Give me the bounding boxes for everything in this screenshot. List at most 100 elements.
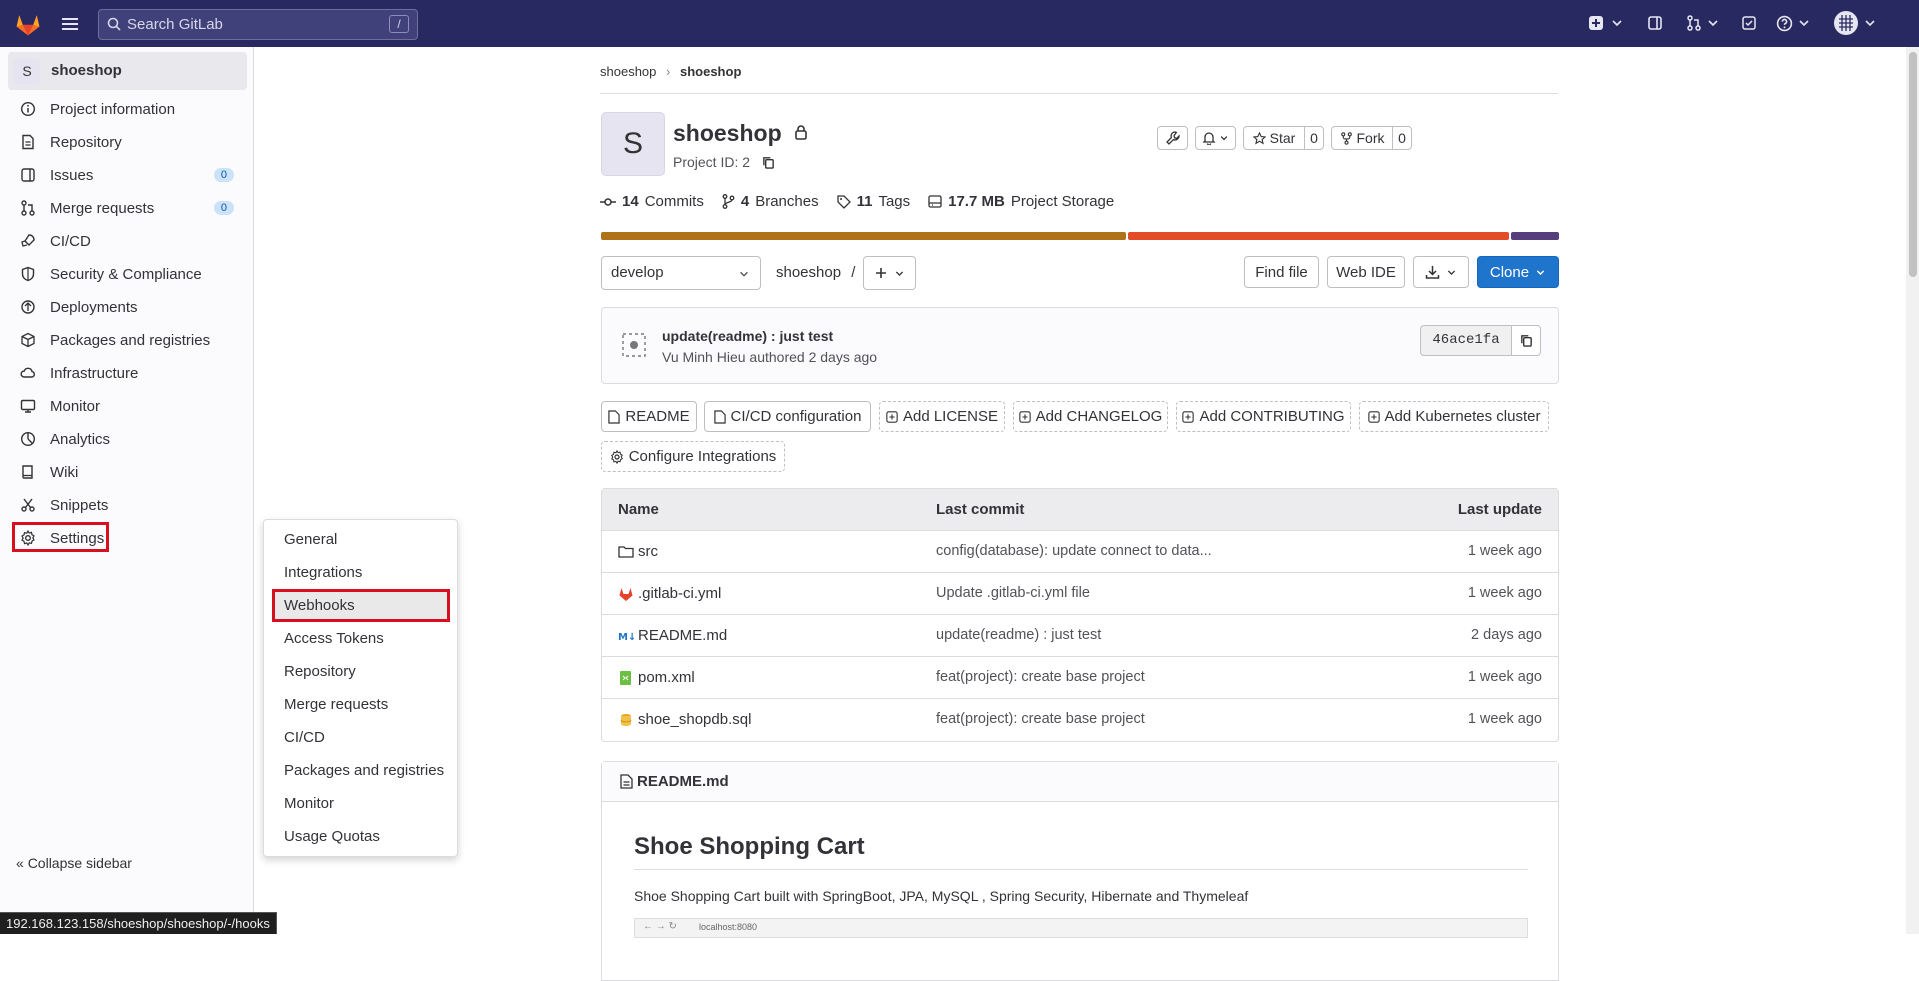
user-menu-button[interactable]	[1834, 10, 1877, 36]
repo-path-link[interactable]: shoeshop	[776, 264, 841, 281]
copy-sha-button[interactable]	[1511, 325, 1541, 356]
flyout-item-general[interactable]: General	[284, 531, 337, 548]
add-license-button[interactable]: Add LICENSE	[879, 401, 1005, 432]
clone-button[interactable]: Clone	[1477, 256, 1559, 288]
breadcrumb: shoeshop › shoeshop	[600, 64, 741, 79]
flyout-item-usage-quotas[interactable]: Usage Quotas	[284, 828, 380, 845]
todos-button[interactable]	[1741, 12, 1757, 34]
fork-count[interactable]: 0	[1392, 126, 1412, 150]
storage-size: 17.7 MB	[948, 193, 1005, 210]
file-last-commit-link[interactable]: config(database): update connect to data…	[936, 543, 1212, 559]
flyout-item-integrations[interactable]: Integrations	[284, 564, 362, 581]
table-row[interactable]: src config(database): update connect to d…	[602, 531, 1558, 573]
repository-language-bar	[601, 232, 1559, 240]
file-name-link[interactable]: README.md	[638, 627, 727, 644]
tags-link[interactable]: 11 Tags	[836, 193, 910, 210]
sidebar-item-analytics[interactable]: Analytics	[12, 424, 242, 454]
chevron-down-icon	[1865, 20, 1875, 27]
help-button[interactable]	[1776, 12, 1811, 34]
menu-icon[interactable]	[60, 14, 80, 34]
file-name-link[interactable]: pom.xml	[638, 669, 695, 686]
sidebar-project-header[interactable]: S shoeshop	[8, 52, 247, 90]
add-contributing-button[interactable]: Add CONTRIBUTING	[1176, 401, 1351, 432]
sidebar-item-ci-cd[interactable]: CI/CD	[12, 226, 242, 256]
find-file-button[interactable]: Find file	[1244, 256, 1319, 288]
fork-button[interactable]: Fork	[1331, 126, 1393, 150]
table-row[interactable]: pom.xml feat(project): create base projec…	[602, 657, 1558, 699]
add-changelog-button[interactable]: Add CHANGELOG	[1013, 401, 1168, 432]
copy-icon[interactable]	[762, 156, 775, 169]
star-button[interactable]: Star	[1243, 126, 1305, 150]
flyout-item-webhooks[interactable]: Webhooks	[284, 597, 355, 614]
sidebar-item-monitor[interactable]: Monitor	[12, 391, 242, 421]
commit-author[interactable]: Vu Minh Hieu	[662, 349, 746, 365]
branches-label: Branches	[755, 193, 819, 210]
storage-link[interactable]: 17.7 MB Project Storage	[928, 193, 1114, 210]
sidebar-item-packages-and-registries[interactable]: Packages and registries	[12, 325, 242, 355]
gitlab-logo-icon[interactable]	[14, 10, 42, 38]
flyout-item-merge-requests[interactable]: Merge requests	[284, 696, 388, 713]
language-segment[interactable]	[601, 232, 1126, 240]
project-settings-button[interactable]	[1157, 126, 1188, 150]
flyout-item-repository[interactable]: Repository	[284, 663, 356, 680]
flyout-item-access-tokens[interactable]: Access Tokens	[284, 630, 384, 647]
sidebar-item-repository[interactable]: Repository	[12, 127, 242, 157]
file-name-link[interactable]: .gitlab-ci.yml	[638, 585, 721, 602]
ci-cd-configuration-button[interactable]: CI/CD configuration	[704, 401, 871, 432]
configure-integrations-button[interactable]: Configure Integrations	[601, 441, 785, 472]
commit-sha[interactable]: 46ace1fa	[1420, 325, 1512, 356]
notifications-button[interactable]	[1195, 126, 1236, 150]
chevron-down-icon	[895, 270, 904, 276]
search-input[interactable]: Search GitLab /	[98, 9, 418, 40]
sidebar-item-label: Infrastructure	[50, 364, 139, 382]
star-count[interactable]: 0	[1304, 126, 1324, 150]
add-to-tree-button[interactable]	[863, 256, 916, 290]
breadcrumb-link-project[interactable]: shoeshop	[680, 64, 741, 79]
sidebar-item-merge-requests[interactable]: Merge requests 0	[12, 193, 242, 223]
branch-selector[interactable]: develop	[601, 256, 761, 290]
readme-filename[interactable]: README.md	[637, 773, 729, 790]
add-kubernetes-cluster-button[interactable]: Add Kubernetes cluster	[1359, 401, 1549, 432]
chevron-down-icon	[1708, 20, 1718, 27]
table-row[interactable]: M↓ README.md update(readme) : just test 2 d…	[602, 615, 1558, 657]
file-last-commit-link[interactable]: feat(project): create base project	[936, 711, 1145, 727]
flyout-item-packages-and-registries[interactable]: Packages and registries	[284, 762, 444, 779]
sidebar-item-wiki[interactable]: Wiki	[12, 457, 242, 487]
download-button[interactable]	[1413, 256, 1469, 288]
language-segment[interactable]	[1127, 232, 1510, 240]
create-new-button[interactable]	[1588, 12, 1624, 34]
breadcrumb-link-group[interactable]: shoeshop	[600, 64, 656, 79]
language-segment[interactable]	[1511, 232, 1559, 240]
clone-label: Clone	[1489, 263, 1530, 281]
sidebar-item-issues[interactable]: Issues 0	[12, 160, 242, 190]
file-last-commit-link[interactable]: Update .gitlab-ci.yml file	[936, 585, 1090, 601]
sidebar-item-deployments[interactable]: Deployments	[12, 292, 242, 322]
sidebar-item-security-compliance[interactable]: Security & Compliance	[12, 259, 242, 289]
web-ide-button[interactable]: Web IDE	[1327, 256, 1405, 288]
merge-requests-top-button[interactable]	[1686, 12, 1720, 34]
file-name-link[interactable]: src	[638, 543, 658, 560]
file-last-commit-link[interactable]: feat(project): create base project	[936, 669, 1145, 685]
chevron-down-icon	[1612, 20, 1622, 27]
button-label: Add LICENSE	[902, 408, 999, 425]
sidebar-item-infrastructure[interactable]: Infrastructure	[12, 358, 242, 388]
commit-title[interactable]: update(readme) : just test	[662, 328, 833, 344]
collapse-sidebar-button[interactable]: « Collapse sidebar	[16, 855, 132, 871]
page-scrollbar-thumb[interactable]	[1909, 52, 1917, 277]
commits-link[interactable]: 14 Commits	[600, 193, 704, 210]
sidebar-item-label: Project information	[50, 100, 176, 118]
issues-top-button[interactable]	[1647, 12, 1663, 34]
file-name-link[interactable]: shoe_shopdb.sql	[638, 711, 751, 728]
flyout-item-monitor[interactable]: Monitor	[284, 795, 334, 812]
table-row[interactable]: .gitlab-ci.yml Update .gitlab-ci.yml file…	[602, 573, 1558, 615]
sidebar-item-project-information[interactable]: Project information	[12, 94, 242, 124]
table-row[interactable]: shoe_shopdb.sql feat(project): create bas…	[602, 699, 1558, 741]
file-last-commit-link[interactable]: update(readme) : just test	[936, 627, 1101, 643]
branches-link[interactable]: 4 Branches	[722, 193, 819, 210]
flyout-item-ci-cd[interactable]: CI/CD	[284, 729, 325, 746]
sidebar-item-label: Repository	[50, 133, 122, 151]
readme-header: README.md	[602, 762, 1558, 802]
sidebar-item-snippets[interactable]: Snippets	[12, 490, 242, 520]
nav-arrows-icon: ← → ↻	[643, 921, 677, 932]
readme-button[interactable]: README	[601, 401, 697, 432]
